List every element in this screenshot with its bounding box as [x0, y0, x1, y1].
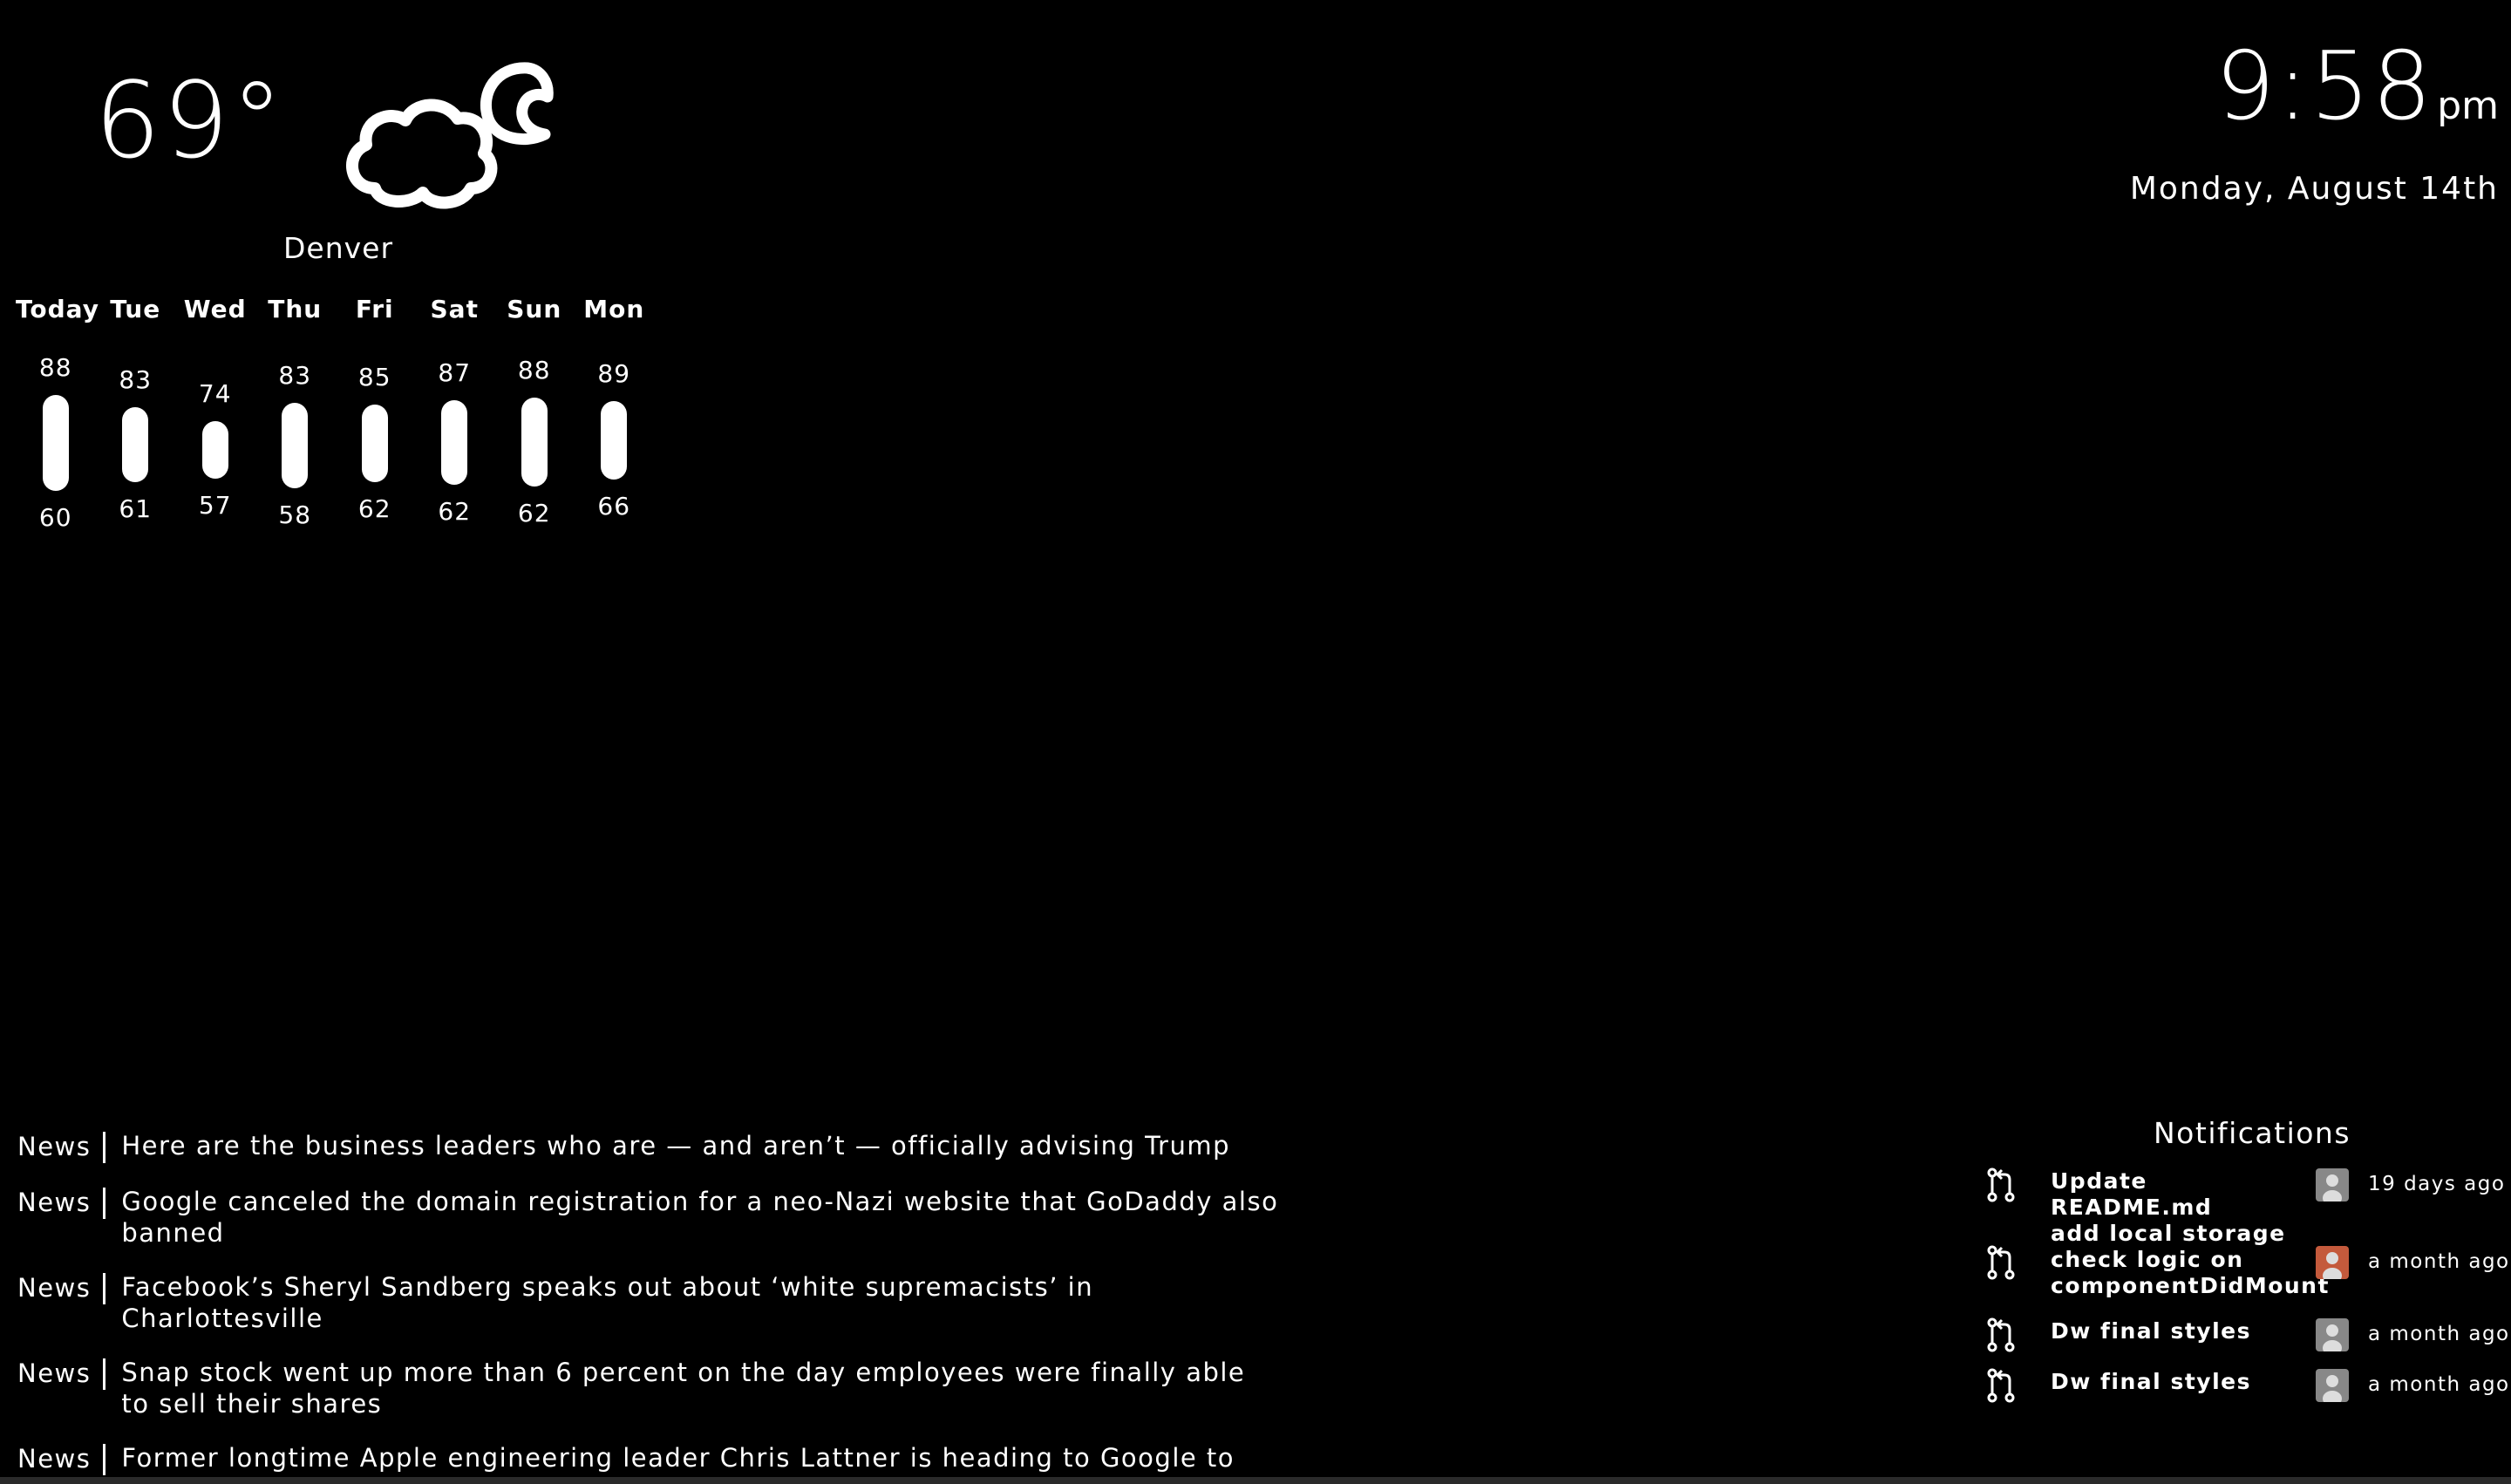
forecast-low: 58 [278, 500, 312, 529]
forecast-range-bar [601, 401, 628, 480]
weather-forecast: Today 88 60 Tue 83 61 Wed 74 57 Thu 83 58 Fri 85 62 Sat… [16, 295, 654, 556]
forecast-day-name: Sun [507, 295, 562, 323]
forecast-day: Sat 87 62 [415, 295, 495, 556]
pull-request-icon [1987, 1368, 2015, 1403]
smart-mirror-screen: 69° Denver Today 88 60 Tue 83 61 Wed 74 57 Thu 83 5… [0, 0, 2511, 1484]
clock-date: Monday, August 14th [2129, 171, 2499, 207]
forecast-high: 87 [438, 357, 472, 387]
pull-request-icon [1987, 1167, 2015, 1202]
avatar [2316, 1369, 2349, 1402]
current-temperature: 69° [94, 61, 285, 182]
forecast-high: 88 [38, 353, 72, 383]
forecast-day-name: Wed [183, 295, 247, 323]
forecast-high: 83 [278, 361, 312, 391]
pull-request-icon [1987, 1317, 2015, 1352]
notification-time: 19 days ago [2368, 1173, 2506, 1195]
avatar [2316, 1246, 2349, 1279]
notification-item[interactable]: Update README.md 19 days ago [1986, 1167, 2504, 1220]
news-divider [103, 1132, 106, 1163]
news-item[interactable]: News Google canceled the domain registrat… [17, 1186, 1282, 1249]
news-source: News [17, 1188, 92, 1217]
news-feed: News Here are the business leaders who ar… [17, 1130, 1282, 1484]
news-headline: Here are the business leaders who are — … [121, 1131, 1231, 1161]
notification-text: add local storage check logic on compone… [2051, 1221, 2330, 1298]
partly-cloudy-night-icon [346, 62, 554, 209]
forecast-day: Wed 74 57 [175, 295, 255, 556]
forecast-day-name: Today [16, 295, 99, 323]
news-divider [103, 1188, 106, 1219]
forecast-high: 85 [357, 362, 391, 391]
forecast-low: 57 [198, 490, 232, 520]
forecast-high: 83 [119, 364, 153, 394]
news-headline: Facebook’s Sheryl Sandberg speaks out ab… [121, 1272, 1094, 1333]
forecast-day: Tue 83 61 [96, 295, 176, 556]
forecast-low: 61 [119, 494, 153, 523]
notification-text: Dw final styles [2051, 1318, 2251, 1344]
forecast-range-bar [42, 395, 69, 491]
avatar [2316, 1318, 2349, 1351]
notification-item[interactable]: Dw final styles a month ago [1986, 1368, 2508, 1403]
forecast-day: Sun 88 62 [494, 295, 575, 556]
forecast-range-bar [282, 403, 309, 488]
forecast-high: 89 [597, 359, 631, 388]
news-source: News [17, 1132, 92, 1161]
clock-time: 9:58 [2215, 32, 2434, 141]
notification-time: a month ago [2368, 1373, 2510, 1396]
news-source: News [17, 1444, 92, 1474]
forecast-day-name: Thu [268, 295, 323, 323]
news-item[interactable]: News Snap stock went up more than 6 perce… [17, 1357, 1282, 1419]
notification-text: Dw final styles [2051, 1369, 2251, 1394]
forecast-low: 62 [517, 498, 551, 528]
notification-text: Update README.md [2051, 1168, 2213, 1220]
forecast-low: 60 [38, 502, 72, 532]
forecast-low: 62 [357, 494, 391, 524]
pull-request-icon [1987, 1245, 2015, 1280]
clock: 9:58pm [2215, 40, 2499, 134]
forecast-range-bar [441, 399, 468, 486]
notification-item[interactable]: Dw final styles a month ago [1986, 1317, 2508, 1352]
news-source: News [17, 1358, 92, 1388]
news-source: News [17, 1273, 92, 1303]
forecast-day-name: Mon [583, 295, 645, 323]
news-item[interactable]: News Facebook’s Sheryl Sandberg speaks ou… [17, 1271, 1282, 1334]
news-headline: Snap stock went up more than 6 percent o… [121, 1358, 1246, 1419]
notification-time: a month ago [2368, 1250, 2510, 1273]
forecast-range-bar [201, 420, 228, 479]
notification-item[interactable]: add local storage check logic on compone… [1986, 1221, 2508, 1303]
forecast-low: 62 [438, 497, 472, 527]
forecast-range-bar [361, 404, 388, 483]
forecast-low: 66 [597, 491, 631, 521]
news-divider [103, 1358, 106, 1390]
forecast-range-bar [521, 398, 548, 487]
forecast-day: Thu 83 58 [255, 295, 336, 556]
forecast-day: Today 88 60 [16, 295, 99, 556]
forecast-day-name: Fri [355, 295, 394, 323]
news-headline: Google canceled the domain registration … [121, 1187, 1279, 1248]
forecast-high: 74 [198, 378, 232, 408]
forecast-high: 88 [517, 356, 551, 385]
forecast-day-name: Sat [430, 295, 479, 323]
forecast-range-bar [122, 406, 149, 482]
forecast-day-name: Tue [110, 295, 161, 323]
news-divider [103, 1444, 106, 1475]
forecast-day: Fri 85 62 [335, 295, 415, 556]
notifications-title: Notifications [2154, 1116, 2351, 1150]
news-item[interactable]: News Here are the business leaders who ar… [17, 1130, 1282, 1163]
forecast-day: Mon 89 66 [575, 295, 655, 556]
bottom-edge [0, 1477, 2511, 1484]
news-divider [103, 1273, 106, 1304]
notification-time: a month ago [2368, 1323, 2510, 1345]
weather-city: Denver [283, 231, 394, 265]
avatar [2316, 1168, 2349, 1201]
clock-ampm: pm [2437, 84, 2499, 128]
